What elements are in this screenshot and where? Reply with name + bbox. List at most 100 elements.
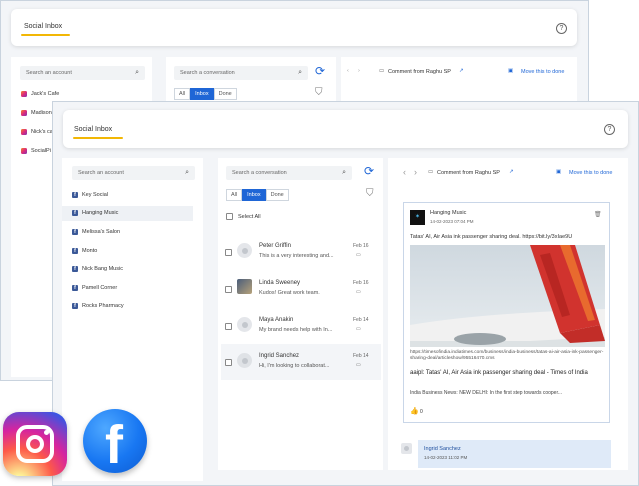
tab-inbox[interactable]: Inbox [190,88,214,100]
account-item[interactable]: f Melissa's Salon [72,229,120,235]
external-link-icon[interactable]: ↗ [509,169,514,175]
account-label: Hanging Music [82,210,119,216]
conversation-date: Feb 14 [353,353,369,359]
refresh-icon[interactable]: ⟳ [364,164,374,178]
facebook-icon: f [72,210,78,216]
conversation-name: Peter Griffin [259,243,291,249]
post-card: ✶ Hanging Music 14-02-2023 07:04 PM 🗑 Ta… [403,202,610,423]
facebook-icon: f [72,285,78,291]
message-icon: ▭ [356,252,361,258]
filter-icon[interactable]: ⛉ [366,188,374,199]
conversation-name: Ingrid Sanchez [259,353,300,359]
facebook-icon: f [72,229,78,235]
back-account-item[interactable]: Nick's ca [21,129,53,135]
reply-avatar [401,443,412,454]
account-item[interactable]: f Monto [72,248,97,254]
account-item[interactable]: f Nick Bang Music [72,266,123,272]
avatar [237,317,252,332]
account-label: Monto [82,248,98,254]
account-label: Nick's ca [31,129,53,135]
back-account-search[interactable]: Search an account ⌕ [20,66,145,80]
reply-name: Ingrid Sanchez [424,446,461,452]
filter-icon[interactable]: ⛉ [315,87,323,98]
row-checkbox[interactable] [225,286,232,293]
conversations-panel: Search a conversation ⌕ ⟳ All Inbox Done… [218,158,383,470]
avatar-placeholder-icon [241,247,248,254]
account-label: SocialPi [31,148,51,154]
trash-icon[interactable]: 🗑 [594,211,602,218]
instagram-icon [21,148,27,154]
facebook-icon: f [72,303,78,309]
comment-icon: ▭ [379,68,385,74]
account-item[interactable]: f Key Social [72,192,108,198]
post-timestamp: 14-02-2023 07:04 PM [430,219,474,224]
list-item[interactable]: Linda Sweeney Kudos! Great work team. Fe… [218,271,383,307]
search-icon: ⌕ [342,169,346,176]
account-search-input[interactable]: Search an account ⌕ [72,166,195,180]
next-icon[interactable]: › [414,167,417,177]
back-header: Social Inbox ? [11,9,577,46]
conversation-name: Linda Sweeney [259,280,301,286]
select-all-checkbox[interactable] [226,213,233,220]
like-icon[interactable]: 👍 [410,407,419,415]
link-url[interactable]: https://timesofindia.indiatimes.com/busi… [410,350,605,362]
post-text: Tatas' AI, Air Asia ink passenger sharin… [410,234,573,240]
external-link-icon[interactable]: ↗ [459,68,464,74]
account-search-placeholder: Search an account [78,170,124,176]
conversation-search-placeholder: Search a conversation [232,170,287,176]
row-checkbox[interactable] [225,323,232,330]
tab-all[interactable]: All [226,189,243,201]
tab-all[interactable]: All [174,88,191,100]
select-all-row[interactable]: Select All [226,213,261,220]
search-icon: ⌕ [298,69,302,76]
refresh-icon[interactable]: ⟳ [315,64,325,78]
search-icon: ⌕ [185,169,189,176]
list-item-selected[interactable]: Ingrid Sanchez Hi, I'm looking to collab… [221,344,381,380]
list-item[interactable]: Peter Griffin This is a very interesting… [218,234,383,270]
done-icon: ▣ [556,169,562,175]
prev-icon[interactable]: ‹ [403,167,406,177]
back-filter-tabs: All Inbox Done [174,88,237,100]
prev-icon[interactable]: ‹ [347,68,349,74]
page-avatar: ✶ [410,210,425,225]
account-label: Jack's Cafe [31,91,60,97]
account-label: Melissa's Salon [82,229,121,235]
done-icon: ▣ [508,68,514,74]
select-all-label: Select All [238,213,261,220]
title-underline [73,137,123,139]
page-title: Social Inbox [74,126,113,133]
row-checkbox[interactable] [225,249,232,256]
facebook-icon: f [72,192,78,198]
help-icon[interactable]: ? [604,124,615,135]
tab-done[interactable]: Done [213,88,237,100]
conversation-search-input[interactable]: Search a conversation ⌕ [226,166,352,180]
back-conversation-search[interactable]: Search a conversation ⌕ [174,66,308,80]
instagram-icon [21,129,27,135]
instagram-icon [21,110,27,116]
back-account-item[interactable]: SocialPi [21,148,51,154]
account-label: Madison [31,110,52,116]
instagram-logo-icon [3,412,67,476]
back-account-item[interactable]: Jack's Cafe [21,91,59,97]
back-move-to-done-button[interactable]: Move this to done [521,69,564,75]
account-item[interactable]: f Pamell Corner [72,285,117,291]
avatar [237,353,252,368]
back-help-icon[interactable]: ? [556,23,567,34]
list-item[interactable]: Maya Anakin My brand needs help with In.… [218,308,383,344]
move-to-done-button[interactable]: Move this to done [569,170,612,176]
conversation-preview: This is a very interesting and... [259,253,334,259]
row-checkbox[interactable] [225,359,232,366]
tab-done[interactable]: Done [265,189,289,201]
account-item-selected[interactable]: f Hanging Music [72,210,118,216]
back-account-item[interactable]: Madison [21,110,52,116]
conversation-preview: My brand needs help with In... [259,327,333,333]
tab-inbox[interactable]: Inbox [242,189,266,201]
comment-from: Comment from Raghu SP [437,170,500,176]
back-conversation-search-placeholder: Search a conversation [180,70,235,76]
next-icon[interactable]: › [358,68,360,74]
account-label: Nick Bang Music [82,266,123,272]
account-item[interactable]: f Rocks Pharmacy [72,303,124,309]
conversation-date: Feb 16 [353,280,369,286]
message-icon: ▭ [356,326,361,332]
facebook-logo-icon: f [83,409,147,475]
